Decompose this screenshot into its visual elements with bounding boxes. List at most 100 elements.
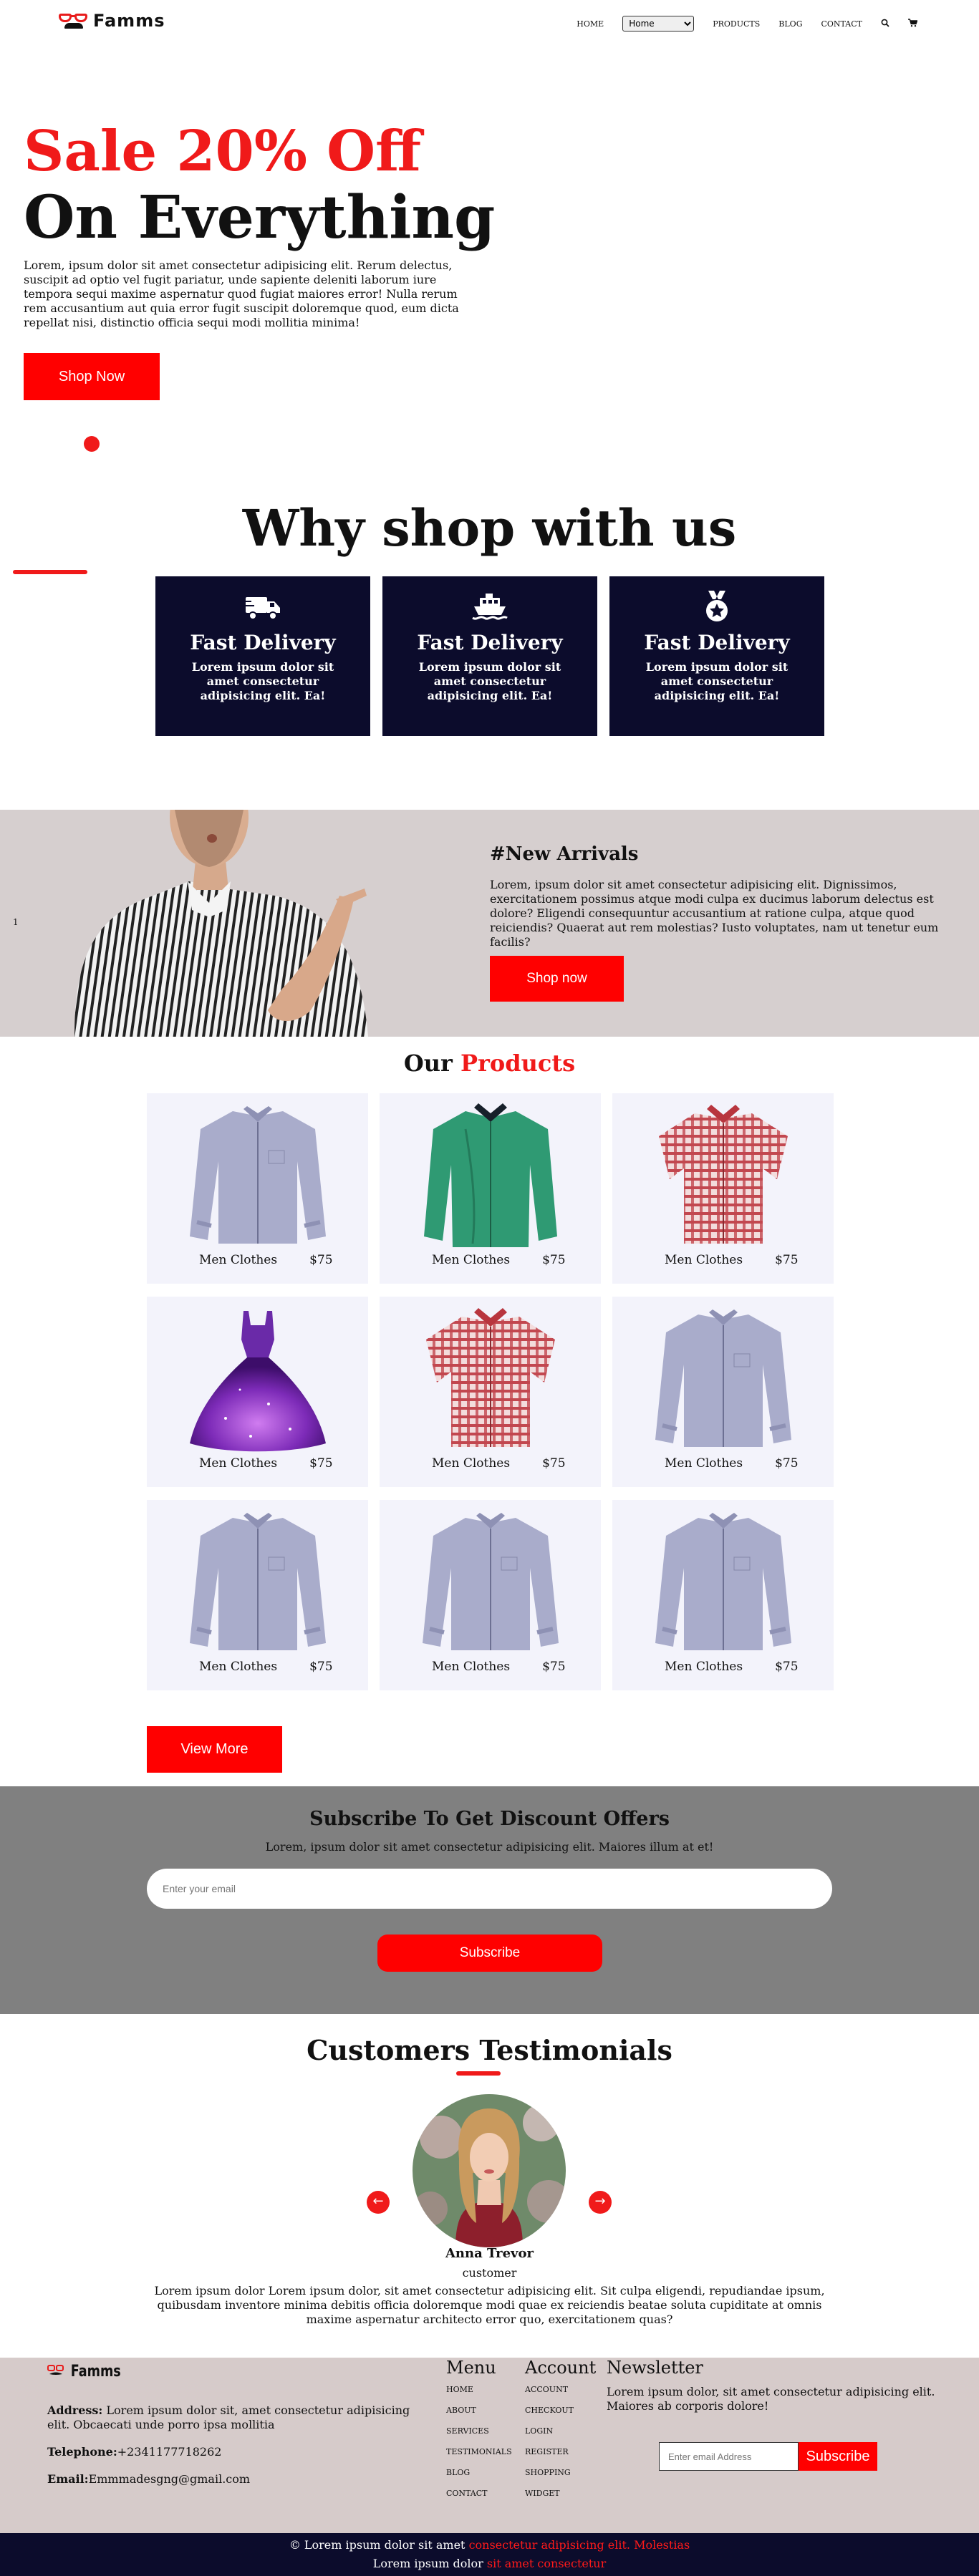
hero-title-everything: On Everything <box>24 183 496 252</box>
product-card[interactable]: Men Clothes $75 <box>147 1500 368 1690</box>
footer-address: Address: Lorem ipsum dolor sit, amet con… <box>47 2403 434 2432</box>
copyright-text: Lorem ipsum dolor <box>372 2557 487 2570</box>
footer-account-widget[interactable]: WIDGET <box>525 2489 596 2509</box>
footer-account-register[interactable]: REGISTER <box>525 2447 596 2468</box>
products-section: Our Products Men Clothes $75 Men Clothes $7… <box>0 1037 979 1786</box>
section-underline <box>13 570 87 574</box>
product-card[interactable]: Men Clothes $75 <box>612 1297 834 1487</box>
footer-email: Email:Emmmadesgng@gmail.com <box>47 2472 434 2487</box>
footer-account-login[interactable]: LOGIN <box>525 2426 596 2447</box>
avatar <box>413 2094 566 2247</box>
feature-cards: Fast Delivery Lorem ipsum dolor sit amet… <box>155 576 824 736</box>
hero-shop-now-button[interactable]: Shop Now <box>24 353 160 400</box>
footer-account-title: Account <box>525 2358 597 2378</box>
product-card[interactable]: Men Clothes $75 <box>147 1093 368 1284</box>
testimonials-section: Customers Testimonials ← → Anna Trevor c… <box>0 2014 979 2358</box>
product-price: $75 <box>309 1456 333 1471</box>
top-nav: Famms HOME Home PRODUCTS BLOG CONTACT <box>0 0 979 47</box>
new-arrivals-shop-button[interactable]: Shop now <box>490 956 624 1002</box>
search-icon[interactable] <box>881 19 889 29</box>
product-meta: Men Clothes $75 <box>665 1253 799 1267</box>
testimonials-title: Customers Testimonials <box>307 2034 672 2066</box>
hero-text: Lorem, ipsum dolor sit amet consectetur … <box>24 258 459 329</box>
product-card[interactable]: Men Clothes $75 <box>380 1093 601 1284</box>
product-price: $75 <box>542 1456 566 1471</box>
copyright-link[interactable]: consectetur adipisicing elit. Molestias <box>469 2538 690 2552</box>
glasses-mustache-icon <box>47 2364 64 2375</box>
nav-link-products[interactable]: PRODUCTS <box>713 19 760 29</box>
email-value[interactable]: Emmmadesgng@gmail.com <box>89 2472 250 2486</box>
footer-menu-contact[interactable]: CONTACT <box>446 2489 512 2509</box>
email-label: Email: <box>47 2472 89 2486</box>
copyright-line-1: © Lorem ipsum dolor sit amet consectetur… <box>0 2536 979 2555</box>
product-name: Men Clothes <box>665 1253 743 1267</box>
product-price: $75 <box>309 1660 333 1674</box>
product-name: Men Clothes <box>665 1660 743 1674</box>
product-image <box>648 1507 799 1657</box>
newsletter-email-input[interactable] <box>659 2442 799 2471</box>
product-price: $75 <box>542 1253 566 1267</box>
section-underline <box>456 2071 501 2076</box>
nav-link-home[interactable]: HOME <box>577 19 604 29</box>
product-grid: Men Clothes $75 Men Clothes $75 Men Clothes $… <box>147 1093 834 1690</box>
product-card[interactable]: Men Clothes $75 <box>612 1500 834 1690</box>
products-title: Our Products <box>0 1050 979 1077</box>
footer-menu-testimonials[interactable]: TESTIMONIALS <box>446 2447 512 2468</box>
new-arrivals-text: Lorem, ipsum dolor sit amet consectetur … <box>490 878 939 949</box>
arrow-right-icon[interactable]: → <box>589 2191 612 2214</box>
product-card[interactable]: Men Clothes $75 <box>612 1093 834 1284</box>
hero-title-sale: Sale 20% Off <box>24 119 422 184</box>
copyright-line-2: Lorem ipsum dolor sit amet consectetur <box>0 2555 979 2573</box>
footer-logo[interactable]: Famms <box>47 2363 127 2381</box>
product-name: Men Clothes <box>199 1253 278 1267</box>
footer: Famms Address: Lorem ipsum dolor sit, am… <box>0 2358 979 2533</box>
product-card[interactable]: Men Clothes $75 <box>147 1297 368 1487</box>
arrow-left-icon[interactable]: ← <box>367 2191 390 2214</box>
product-card[interactable]: Men Clothes $75 <box>380 1297 601 1487</box>
footer-newsletter: Newsletter Lorem ipsum dolor, sit amet c… <box>607 2358 965 2413</box>
product-meta: Men Clothes $75 <box>432 1456 566 1471</box>
feature-card-text: Lorem ipsum dolor sit amet consectetur a… <box>645 660 788 702</box>
slide-number: 1 <box>13 917 19 927</box>
product-name: Men Clothes <box>432 1456 511 1471</box>
footer-menu-title: Menu <box>446 2358 496 2378</box>
footer-menu-about[interactable]: ABOUT <box>446 2406 512 2426</box>
feature-card-text: Lorem ipsum dolor sit amet consectetur a… <box>191 660 334 702</box>
footer-logo-text: Famms <box>70 2363 121 2381</box>
footer-account-shopping[interactable]: SHOPPING <box>525 2468 596 2489</box>
address-label: Address: <box>47 2403 103 2417</box>
footer-telephone: Telephone:+2341177718262 <box>47 2445 434 2459</box>
subscribe-text: Lorem, ipsum dolor sit amet consectetur … <box>265 1840 714 1854</box>
nav-page-select[interactable]: Home <box>622 16 695 32</box>
product-image <box>183 1507 333 1657</box>
subscribe-email-input[interactable] <box>147 1869 832 1909</box>
copyright-link[interactable]: sit amet consectetur <box>487 2557 606 2570</box>
footer-account-checkout[interactable]: CHECKOUT <box>525 2406 596 2426</box>
testimonial-role: customer <box>462 2266 517 2280</box>
footer-account-account[interactable]: ACCOUNT <box>525 2385 596 2406</box>
footer-newsletter-text: Lorem ipsum dolor, sit amet consectetur … <box>607 2385 935 2413</box>
footer-menu-services[interactable]: SERVICES <box>446 2426 512 2447</box>
nav-link-blog[interactable]: BLOG <box>778 19 802 29</box>
products-title-our: Our <box>403 1050 460 1077</box>
product-card[interactable]: Men Clothes $75 <box>380 1500 601 1690</box>
products-title-products: Products <box>460 1050 576 1077</box>
model-man-image <box>46 810 404 1037</box>
nav-link-contact[interactable]: CONTACT <box>821 19 863 29</box>
subscribe-button[interactable]: Subscribe <box>377 1935 602 1972</box>
view-more-button[interactable]: View More <box>147 1726 282 1773</box>
footer-menu-home[interactable]: HOME <box>446 2385 512 2406</box>
feature-card: Fast Delivery Lorem ipsum dolor sit amet… <box>382 576 597 736</box>
cart-icon[interactable] <box>908 18 918 29</box>
newsletter-subscribe-button[interactable]: Subscribe <box>799 2442 877 2471</box>
product-image <box>415 1100 566 1251</box>
logo[interactable]: Famms <box>57 11 165 31</box>
testimonial-name: Anna Trevor <box>445 2246 534 2261</box>
footer-account: Account ACCOUNT CHECKOUT LOGIN REGISTER … <box>525 2358 596 2509</box>
new-arrivals-section: 1 #New Arrivals Lorem, ipsum dolor sit a… <box>0 810 979 1037</box>
footer-contact-info: Address: Lorem ipsum dolor sit, amet con… <box>47 2403 434 2499</box>
product-image <box>415 1507 566 1657</box>
subscribe-title: Subscribe To Get Discount Offers <box>309 1808 670 1830</box>
product-meta: Men Clothes $75 <box>432 1660 566 1674</box>
footer-menu-blog[interactable]: BLOG <box>446 2468 512 2489</box>
